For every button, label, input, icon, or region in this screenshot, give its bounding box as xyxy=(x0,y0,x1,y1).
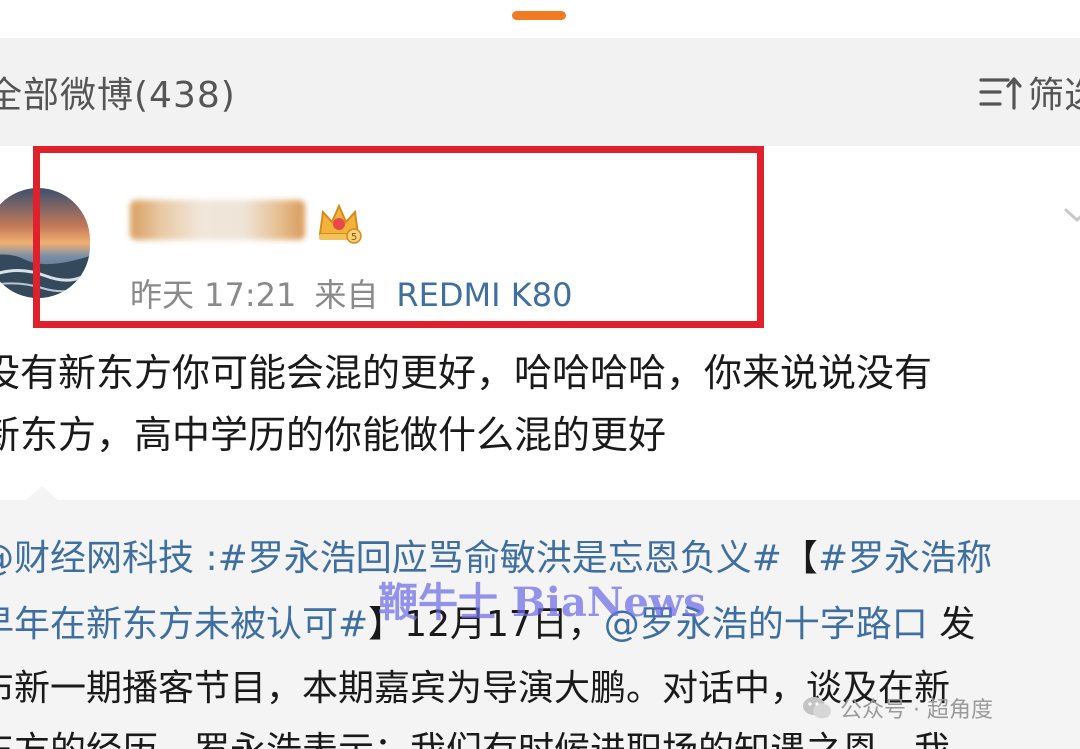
filter-button[interactable]: 筛选 xyxy=(978,66,1080,118)
all-posts-count-label[interactable]: 全部微博(438) xyxy=(0,66,236,118)
wechat-watermark-text: 公众号 · 超角度 xyxy=(840,698,993,723)
sheet-drag-handle[interactable] xyxy=(512,11,566,20)
repost-hashtag-link[interactable]: #罗永浩称 xyxy=(818,538,992,579)
weibo-post: 5 昨天 17:21 来自 REDMI K80 没有新东方你可能会混的更好，哈哈哈哈… xyxy=(0,146,1080,506)
post-body: 没有新东方你可能会混的更好，哈哈哈哈，你来说说没有 新东方，高中学历的你能做什么… xyxy=(0,342,1080,466)
bianews-watermark: 鞭牛士 BiaNews xyxy=(378,579,706,626)
filter-label: 筛选 xyxy=(1028,75,1080,116)
chevron-down-icon[interactable] xyxy=(1062,200,1080,230)
repost-text: 发 xyxy=(927,604,976,645)
post-body-line: 新东方，高中学历的你能做什么混的更好 xyxy=(0,413,667,457)
repost-hashtag-link[interactable]: 早年在新东方未被认可# xyxy=(0,604,368,645)
repost-line: 东方的经历，罗永浩表示：我们有时候进职场的知遇之恩，我 xyxy=(0,722,950,749)
wechat-watermark: 公众号 · 超角度 xyxy=(802,692,993,724)
wechat-icon xyxy=(803,697,831,719)
repost-bracket: 【 xyxy=(781,538,818,579)
filter-icon xyxy=(979,77,1022,110)
top-strip xyxy=(0,0,1080,38)
feed-filter-bar: 全部微博(438) 筛选 xyxy=(0,38,1080,146)
repost-author-link[interactable]: @财经网科技 xyxy=(0,538,194,579)
red-highlight-box xyxy=(33,146,764,328)
post-body-line: 没有新东方你可能会混的更好，哈哈哈哈，你来说说没有 xyxy=(0,351,933,395)
repost-pointer xyxy=(26,486,58,500)
